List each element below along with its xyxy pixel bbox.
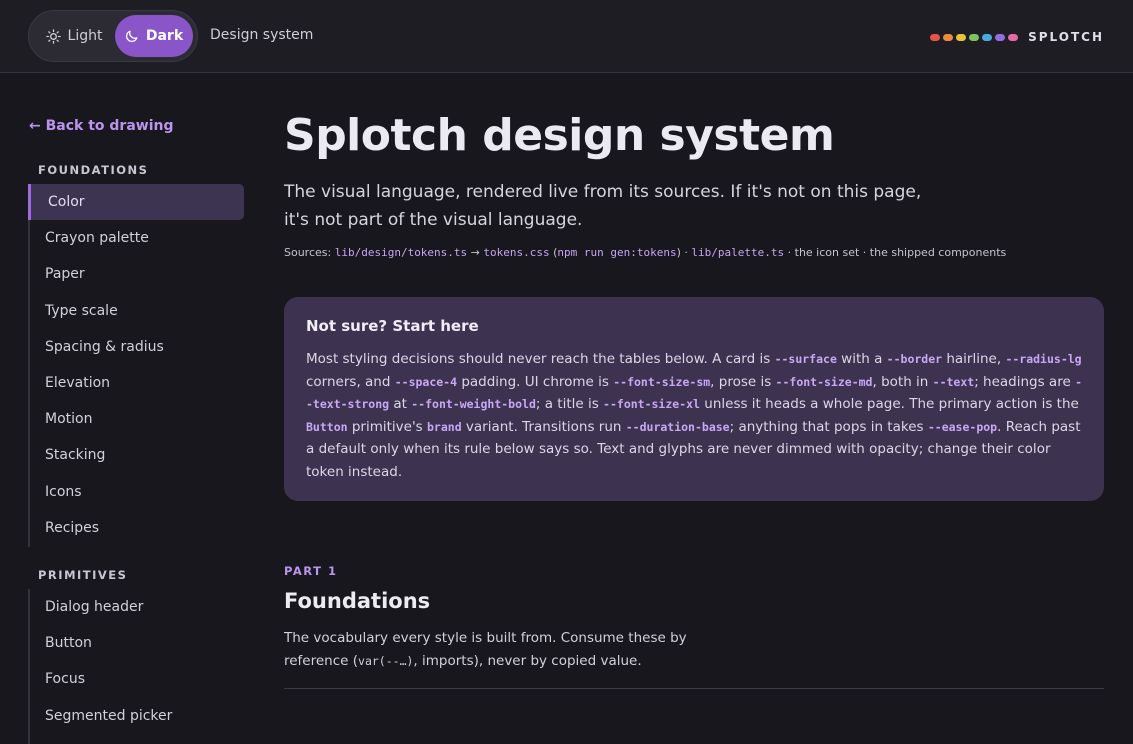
sources-arrow: → — [467, 246, 484, 259]
page-lede: The visual language, rendered live from … — [284, 182, 922, 230]
sidebar-item-type-scale[interactable]: Type scale — [30, 293, 244, 329]
gen-tokens-command: npm run gen:tokens — [557, 246, 677, 259]
token-code: Button — [306, 419, 348, 434]
token-code: --font-size-sm — [613, 374, 711, 389]
sidebar-nav-primitives: Dialog header Button Focus Segmented pic… — [28, 589, 244, 744]
callout-text: , both in — [872, 373, 933, 390]
section-divider — [284, 688, 1104, 689]
section-description-text-end: , imports), never by copied value. — [413, 653, 642, 669]
callout-text: ; a title is — [535, 396, 604, 412]
token-code: --ease-pop — [927, 419, 998, 434]
moon-icon — [125, 29, 139, 43]
tokens-ts-path: lib/design/tokens.ts — [334, 246, 468, 259]
sidebar-item-motion[interactable]: Motion — [30, 401, 244, 437]
sidebar-item-button[interactable]: Button — [30, 625, 244, 661]
brand-color-dots — [930, 33, 1019, 41]
sources-prefix: Sources: — [284, 246, 335, 259]
section-description-code: var(--…) — [358, 654, 414, 668]
callout-text: at — [389, 396, 412, 412]
token-code: --radius-lg — [1005, 352, 1082, 366]
sources-line: Sources: lib/design/tokens.ts → tokens.c… — [284, 246, 1104, 259]
theme-toggle: Light Dark — [28, 10, 198, 62]
sidebar-item-focus[interactable]: Focus — [30, 661, 244, 697]
sidebar-item-paper[interactable]: Paper — [30, 256, 244, 292]
sources-close-paren: ) · — [676, 246, 692, 259]
token-code: --surface — [774, 352, 837, 366]
brand-dot — [969, 33, 980, 41]
callout-text: , prose is — [710, 373, 776, 390]
callout-text: with a — [836, 351, 887, 367]
sidebar-item-color[interactable]: Color — [28, 184, 244, 221]
token-code: --duration-base — [625, 419, 730, 434]
breadcrumb: Design system — [210, 27, 314, 43]
brand-dot — [1008, 33, 1019, 41]
sun-icon — [45, 28, 61, 44]
brand-dot — [930, 33, 941, 41]
callout-text: unless it heads a whole page. The primar… — [699, 396, 1079, 412]
section-description: The vocabulary every style is built from… — [284, 627, 754, 673]
sidebar-section-primitives: PRIMITIVES — [38, 568, 128, 582]
sidebar-item-elevation[interactable]: Elevation — [30, 365, 244, 401]
callout-text: hairline, — [942, 351, 1006, 367]
callout-text: ; headings are — [974, 373, 1076, 390]
callout-text: ; anything that pops in takes — [729, 418, 928, 435]
sidebar-item-stacking[interactable]: Stacking — [30, 437, 244, 473]
sources-suffix: · the icon set · the shipped components — [784, 246, 1007, 259]
callout-text: corners, and — [306, 373, 395, 390]
callout-text: primitive's — [347, 418, 427, 435]
light-theme-button[interactable]: Light — [35, 15, 113, 57]
sidebar-item-recipes[interactable]: Recipes — [30, 510, 244, 546]
back-to-drawing-link[interactable]: ← Back to drawing — [29, 118, 173, 134]
brand-dot — [995, 33, 1006, 41]
token-code: brand — [427, 419, 462, 434]
token-code: --font-size-md — [775, 374, 873, 389]
brand-logo: SPLOTCH — [930, 30, 1104, 44]
section-title-foundations: Foundations — [284, 589, 431, 613]
callout-text: variant. Transitions run — [461, 418, 626, 435]
part-label: PART 1 — [284, 564, 338, 578]
sidebar-nav-foundations: Color Crayon palette Paper Type scale Sp… — [28, 184, 244, 547]
brand-name: SPLOTCH — [1028, 30, 1104, 44]
sidebar-item-icons[interactable]: Icons — [30, 474, 244, 510]
callout-body: Most styling decisions should never reac… — [306, 348, 1082, 483]
token-code: --text — [932, 374, 975, 389]
sidebar-item-segmented-picker[interactable]: Segmented picker — [30, 698, 244, 734]
brand-dot — [982, 33, 993, 41]
token-code: --font-size-xl — [603, 397, 700, 411]
page-title: Splotch design system — [284, 110, 835, 161]
token-code: --space-4 — [394, 374, 458, 389]
start-here-callout: Not sure? Start here Most styling decisi… — [284, 297, 1104, 501]
dark-theme-button[interactable]: Dark — [115, 15, 193, 57]
palette-ts-path: lib/palette.ts — [691, 246, 785, 259]
brand-dot — [943, 33, 954, 41]
dark-theme-label: Dark — [145, 28, 184, 44]
sidebar-item-dialog-header[interactable]: Dialog header — [30, 589, 244, 625]
top-bar: Light Dark Design system SPLOTCH — [0, 0, 1133, 73]
brand-dot — [956, 33, 967, 41]
sidebar-item-crayon-palette[interactable]: Crayon palette — [30, 220, 244, 256]
callout-text: Most styling decisions should never reac… — [306, 351, 775, 367]
tokens-css-path: tokens.css — [483, 246, 550, 259]
token-code: --border — [886, 352, 943, 366]
token-code: --font-weight-bold — [411, 397, 536, 411]
callout-text: padding. UI chrome is — [457, 373, 614, 390]
callout-title: Not sure? Start here — [306, 317, 479, 335]
light-theme-label: Light — [67, 28, 103, 44]
sidebar-section-foundations: FOUNDATIONS — [38, 163, 149, 177]
sidebar-item-spacing-radius[interactable]: Spacing & radius — [30, 329, 244, 365]
